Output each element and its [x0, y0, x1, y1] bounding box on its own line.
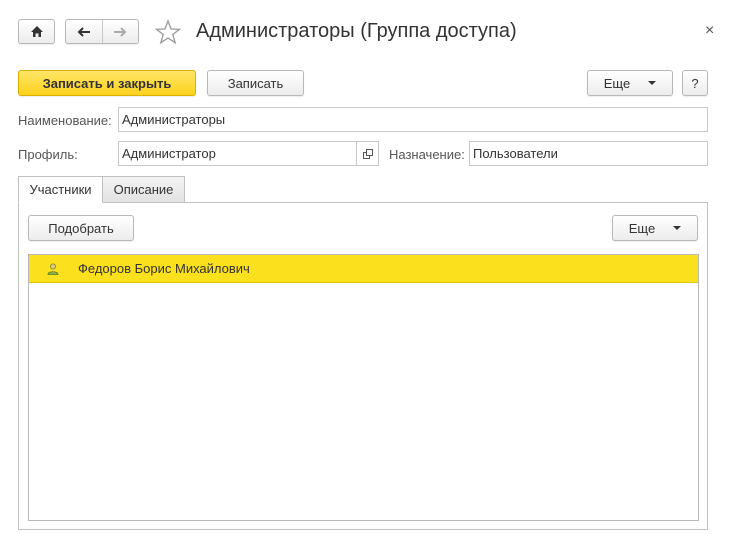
name-label: Наименование:: [18, 113, 112, 128]
save-and-close-button[interactable]: Записать и закрыть: [18, 70, 196, 96]
close-icon[interactable]: ×: [705, 22, 714, 40]
user-icon: [47, 263, 59, 275]
purpose-label: Назначение:: [389, 147, 465, 162]
profile-label: Профиль:: [18, 147, 78, 162]
more-menu-button[interactable]: Еще: [587, 70, 673, 96]
purpose-field[interactable]: Пользователи: [469, 141, 708, 166]
table-row[interactable]: Федоров Борис Михайлович: [29, 255, 698, 283]
open-profile-button[interactable]: [356, 142, 378, 165]
open-icon: [362, 148, 373, 159]
member-name: Федоров Борис Михайлович: [78, 261, 250, 276]
profile-field[interactable]: Администратор: [118, 141, 379, 166]
favorite-star-button[interactable]: [154, 19, 182, 45]
page-title: Администраторы (Группа доступа): [196, 20, 517, 42]
chevron-down-icon: [673, 226, 682, 230]
pick-button[interactable]: Подобрать: [28, 215, 134, 241]
home-icon: [30, 26, 43, 37]
tab-description[interactable]: Описание: [102, 176, 185, 203]
save-button[interactable]: Записать: [207, 70, 304, 96]
tab-members[interactable]: Участники: [18, 176, 103, 203]
members-more-button[interactable]: Еще: [612, 215, 698, 241]
members-panel: Подобрать Еще Федоров Борис Михайлович: [18, 202, 708, 530]
help-button[interactable]: ?: [682, 70, 708, 96]
members-more-label: Еще: [628, 220, 656, 236]
name-field[interactable]: Администраторы: [118, 107, 708, 132]
nav-buttons-group: [65, 19, 139, 44]
profile-value: Администратор: [122, 146, 216, 161]
home-button[interactable]: [18, 19, 55, 44]
back-button[interactable]: [66, 20, 103, 43]
more-menu-label: Еще: [603, 75, 631, 91]
forward-button[interactable]: [103, 20, 139, 43]
star-icon: [154, 19, 182, 45]
arrow-left-icon: [77, 26, 90, 37]
members-table: Федоров Борис Михайлович: [28, 254, 699, 521]
chevron-down-icon: [648, 81, 657, 85]
arrow-right-icon: [114, 26, 127, 37]
